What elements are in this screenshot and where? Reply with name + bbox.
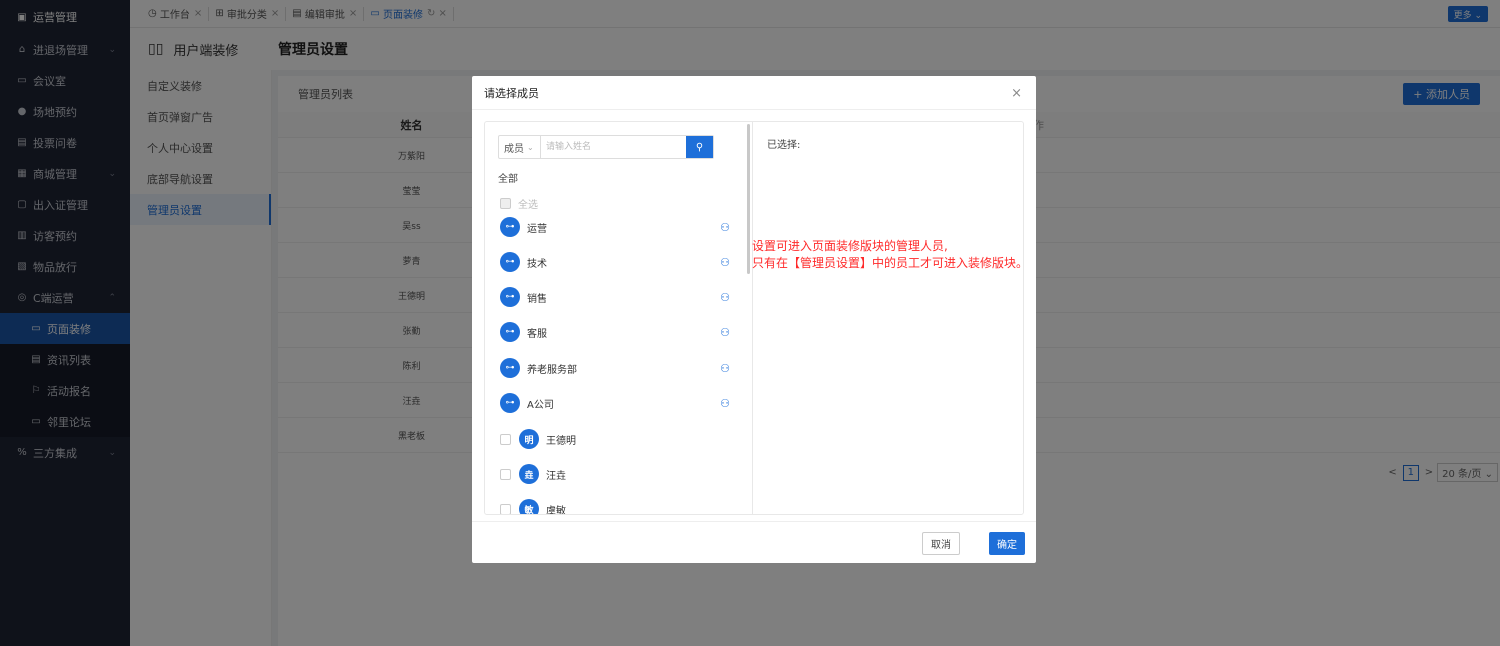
chevron-down-icon: ⌄: [527, 142, 534, 152]
department-item[interactable]: ⊶ 运营 ⚇: [500, 216, 730, 238]
department-item[interactable]: ⊶ 技术 ⚇: [500, 251, 730, 273]
select-member-dialog: 请选择成员 × 成员 ⌄ ⚲ 全部 全选 ⊶ 运营: [472, 76, 1036, 563]
member-item[interactable]: 敏 虞敏: [500, 498, 566, 514]
search-type-select[interactable]: 成员 ⌄: [499, 136, 541, 158]
search-button[interactable]: ⚲: [686, 136, 713, 158]
checkbox[interactable]: [500, 503, 511, 514]
avatar: 明: [519, 429, 539, 449]
member-name: 汪垚: [546, 470, 566, 482]
department-item[interactable]: ⊶ 销售 ⚇: [500, 286, 730, 308]
department-icon: ⊶: [500, 252, 520, 272]
org-tree-icon[interactable]: ⚇: [720, 291, 730, 304]
department-name: 运营: [527, 223, 547, 235]
annotation-line-2: 只有在【管理员设置】中的员工才可进入装修版块。: [752, 256, 1029, 270]
all-label: 全部: [498, 174, 518, 185]
confirm-button[interactable]: 确定: [989, 532, 1025, 555]
scrollbar[interactable]: [747, 124, 750, 274]
department-name: 养老服务部: [527, 364, 577, 376]
department-name: 销售: [527, 293, 547, 305]
checkbox[interactable]: [500, 433, 511, 445]
name-search-input[interactable]: [541, 136, 686, 158]
department-icon: ⊶: [500, 393, 520, 413]
member-item[interactable]: 垚 汪垚: [500, 463, 566, 485]
department-icon: ⊶: [500, 322, 520, 342]
avatar: 敏: [519, 499, 539, 514]
cancel-button[interactable]: 取消: [922, 532, 960, 555]
department-item[interactable]: ⊶ 客服 ⚇: [500, 321, 730, 343]
member-picker-pane: 成员 ⌄ ⚲ 全部 全选 ⊶ 运营 ⚇ ⊶ 技术 ⚇: [485, 122, 753, 514]
department-icon: ⊶: [500, 217, 520, 237]
checkbox[interactable]: [500, 468, 511, 480]
department-name: A公司: [527, 399, 554, 411]
org-tree-icon[interactable]: ⚇: [720, 221, 730, 234]
select-all-checkbox[interactable]: 全选: [500, 196, 538, 211]
department-icon: ⊶: [500, 287, 520, 307]
checkbox[interactable]: [500, 198, 511, 209]
annotation-line-1: 设置可进入页面装修版块的管理人员,: [752, 239, 948, 253]
member-search: 成员 ⌄ ⚲: [498, 135, 714, 159]
search-icon: ⚲: [695, 141, 704, 153]
department-icon: ⊶: [500, 358, 520, 378]
department-item[interactable]: ⊶ A公司 ⚇: [500, 392, 730, 414]
org-tree-icon[interactable]: ⚇: [720, 397, 730, 410]
org-tree-icon[interactable]: ⚇: [720, 326, 730, 339]
annotation-note: 设置可进入页面装修版块的管理人员, 只有在【管理员设置】中的员工才可进入装修版块…: [752, 238, 1028, 272]
close-icon[interactable]: ×: [1011, 86, 1022, 101]
search-type-label: 成员: [504, 143, 524, 155]
department-name: 客服: [527, 328, 547, 340]
selected-label: 已选择:: [767, 140, 801, 151]
member-name: 虞敏: [546, 505, 566, 515]
select-all-label: 全选: [518, 200, 538, 211]
department-item[interactable]: ⊶ 养老服务部 ⚇: [500, 357, 730, 379]
member-name: 王德明: [546, 435, 576, 447]
org-tree-icon[interactable]: ⚇: [720, 362, 730, 375]
avatar: 垚: [519, 464, 539, 484]
dialog-footer: 取消 确定: [472, 521, 1036, 563]
department-name: 技术: [527, 258, 547, 270]
dialog-body: 成员 ⌄ ⚲ 全部 全选 ⊶ 运营 ⚇ ⊶ 技术 ⚇: [484, 121, 1024, 515]
org-tree-icon[interactable]: ⚇: [720, 256, 730, 269]
dialog-title: 请选择成员: [472, 76, 1036, 110]
member-item[interactable]: 明 王德明: [500, 428, 576, 450]
